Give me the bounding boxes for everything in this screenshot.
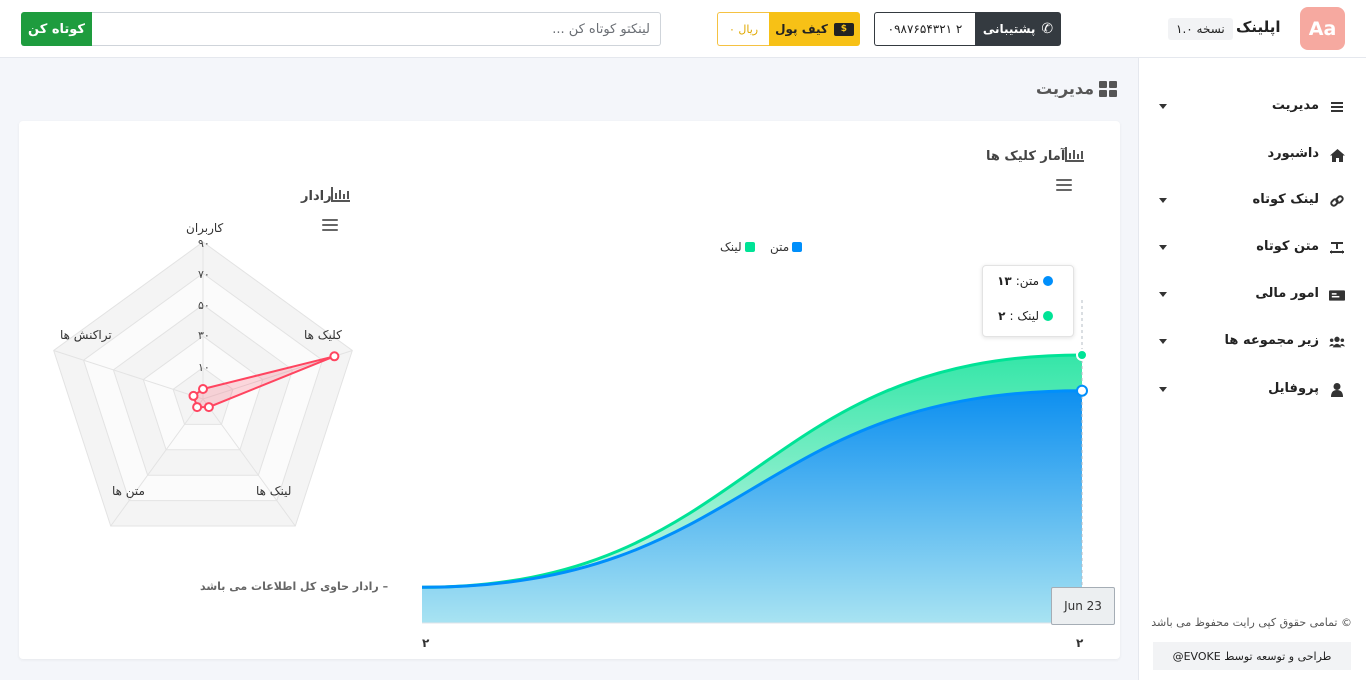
radar-axis-label: کاربران — [186, 221, 224, 235]
radar-point — [203, 402, 214, 413]
radar-axis-label: متن ها — [112, 484, 145, 498]
radar-tick-label: ۳۰ — [198, 329, 210, 342]
radar-axis-label: کلیک ها — [304, 328, 342, 342]
radar-tick-label: ۹۰ — [198, 237, 210, 250]
radar-point — [198, 384, 208, 394]
radar-point — [329, 351, 340, 362]
radar-tick-label: ۵۰ — [198, 299, 210, 312]
radar-point — [188, 390, 199, 401]
radar-tick-label: ۱۰ — [198, 361, 210, 374]
radar-axis-label: لینک ها — [256, 484, 292, 498]
radar-point — [192, 402, 203, 413]
radar-axis-label: تراکنش ها — [60, 328, 112, 342]
radar-note: – رادار حاوی کل اطلاعات می باشد — [200, 580, 389, 593]
radar-tick-label: ۷۰ — [198, 268, 210, 281]
